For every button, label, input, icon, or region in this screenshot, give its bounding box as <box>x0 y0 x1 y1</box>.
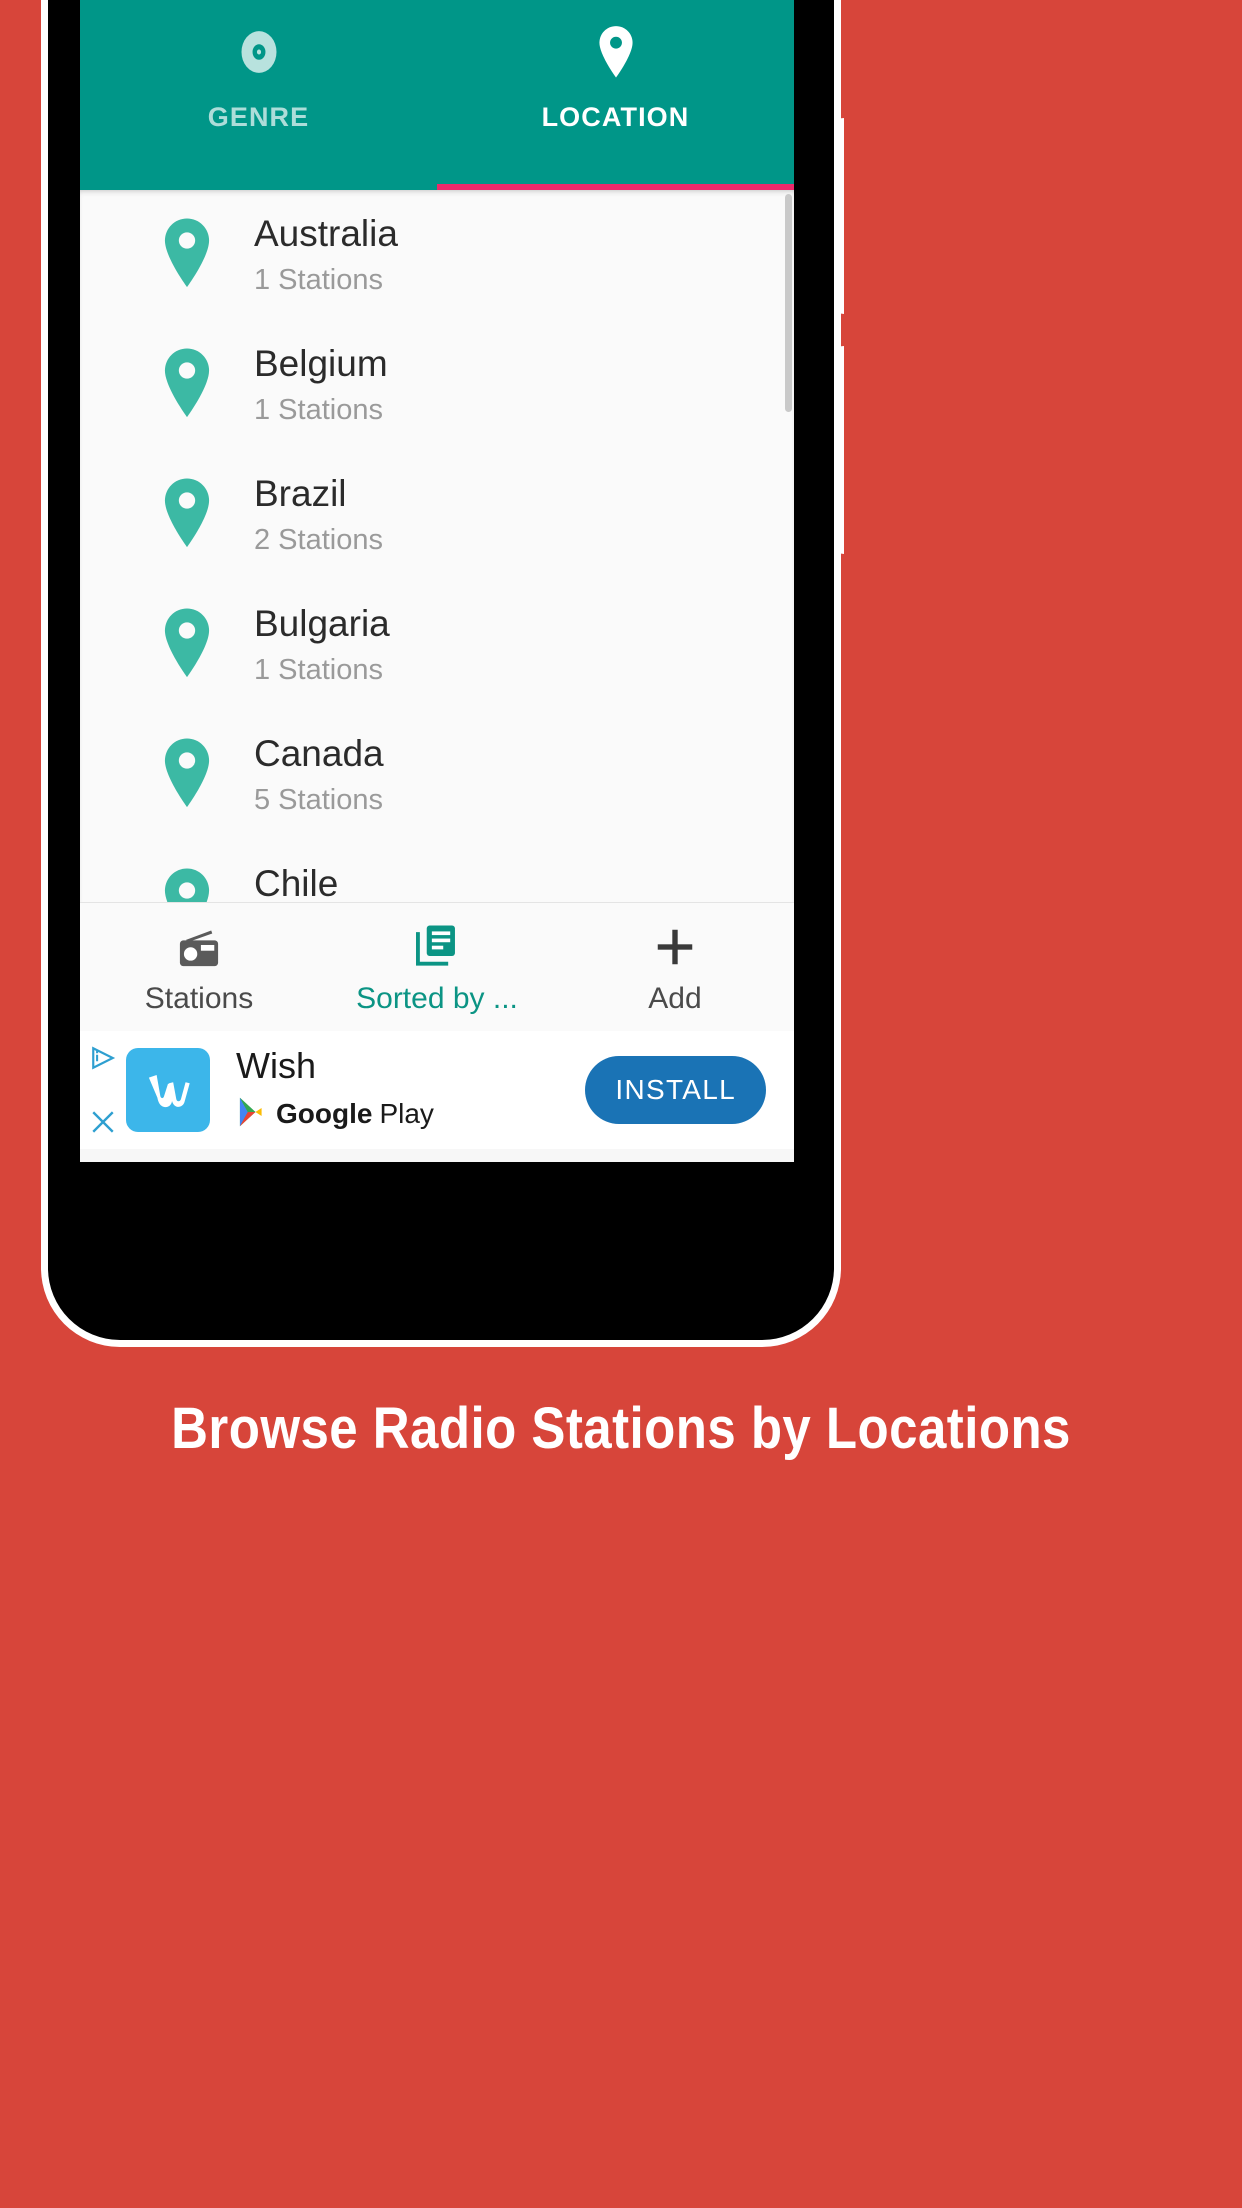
list-item-text: Brazil 2 Stations <box>254 473 383 556</box>
list-item-text: Bulgaria 1 Stations <box>254 603 390 686</box>
ad-banner[interactable]: Wish Google Play INSTALL <box>80 1031 794 1149</box>
list-scrollbar[interactable] <box>785 194 792 412</box>
list-item-text: Belgium 1 Stations <box>254 343 388 426</box>
nav-item-add[interactable]: Add <box>556 903 794 1031</box>
ad-store-row: Google Play <box>236 1096 585 1133</box>
list-item-text: Chile 1 Stations <box>254 863 383 902</box>
map-pin-icon <box>158 477 232 554</box>
list-item[interactable]: Australia 1 Stations <box>80 190 794 320</box>
playlist-icon <box>415 920 459 970</box>
promo-caption: Browse Radio Stations by Locations <box>171 1396 1071 1461</box>
disc-icon <box>234 24 284 80</box>
list-item[interactable]: Canada 5 Stations <box>80 710 794 840</box>
nav-item-sorted-by-label: Sorted by ... <box>356 982 518 1015</box>
adchoices-icon[interactable] <box>90 1045 116 1071</box>
phone-screen: Sorted by ... GENRE <box>80 0 794 1162</box>
list-item-subtitle: 1 Stations <box>254 393 383 426</box>
ad-body: Wish Google Play <box>236 1044 585 1133</box>
bottom-navigation: Stations Sorted by ... Add <box>80 902 794 1031</box>
list-item-text: Australia 1 Stations <box>254 213 398 296</box>
map-pin-icon <box>594 24 638 80</box>
tab-genre-label: GENRE <box>207 102 310 132</box>
google-play-label: Google Play <box>276 1100 434 1128</box>
list-item-title: Brazil <box>254 473 347 515</box>
tab-location-label: LOCATION <box>541 102 690 132</box>
map-pin-icon <box>158 867 232 902</box>
map-pin-icon <box>158 737 232 814</box>
nav-item-add-label: Add <box>648 982 702 1015</box>
location-list[interactable]: Australia 1 Stations Belgium 1 Stations <box>80 190 794 902</box>
list-item-subtitle: 2 Stations <box>254 523 383 556</box>
list-item-title: Belgium <box>254 343 388 385</box>
list-item[interactable]: Bulgaria 1 Stations <box>80 580 794 710</box>
install-button[interactable]: INSTALL <box>585 1056 766 1124</box>
list-item-title: Canada <box>254 733 384 775</box>
app-bar: Sorted by ... GENRE <box>80 0 794 190</box>
close-icon[interactable] <box>90 1109 116 1135</box>
tab-location[interactable]: LOCATION <box>437 2 794 190</box>
google-play-bold: Google <box>276 1098 373 1129</box>
plus-icon <box>652 920 698 970</box>
nav-item-sorted-by[interactable]: Sorted by ... <box>318 903 556 1031</box>
list-item[interactable]: Chile 1 Stations <box>80 840 794 902</box>
list-item-subtitle: 1 Stations <box>254 263 383 296</box>
list-item[interactable]: Belgium 1 Stations <box>80 320 794 450</box>
list-item-subtitle: 5 Stations <box>254 783 383 816</box>
list-item-title: Bulgaria <box>254 603 390 645</box>
ad-app-name: Wish <box>236 1044 316 1086</box>
tab-genre[interactable]: GENRE <box>80 2 437 190</box>
nav-item-stations[interactable]: Stations <box>80 903 318 1031</box>
wish-logo-icon <box>126 1048 210 1132</box>
map-pin-icon <box>158 607 232 684</box>
tab-bar: GENRE LOCATION <box>80 2 794 190</box>
google-play-light: Play <box>379 1098 434 1129</box>
map-pin-icon <box>158 217 232 294</box>
list-item-text: Canada 5 Stations <box>254 733 384 816</box>
list-item-subtitle: 1 Stations <box>254 653 383 686</box>
list-item-title: Australia <box>254 213 398 255</box>
list-item[interactable]: Brazil 2 Stations <box>80 450 794 580</box>
radio-icon <box>176 920 222 970</box>
google-play-icon <box>236 1096 266 1133</box>
map-pin-icon <box>158 347 232 424</box>
list-item-title: Chile <box>254 863 339 902</box>
nav-item-stations-label: Stations <box>144 982 254 1015</box>
ad-banner-marks <box>86 1045 120 1135</box>
